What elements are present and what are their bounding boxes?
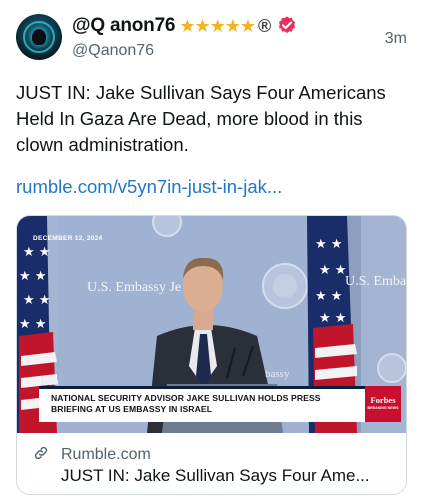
lower-third-accent [39, 386, 387, 389]
link-preview-card[interactable]: ★ ★ ★ ★ ★ ★ ★ ★ ★ ★ ★ ★ ★ ★ ★ ★ DECEMBER… [16, 215, 407, 495]
forbes-logo-sub: BREAKING NEWS [367, 406, 399, 410]
author-display-name[interactable]: @Q anon76 [72, 15, 176, 37]
verified-badge-icon [279, 16, 296, 34]
card-domain[interactable]: Rumble.com [61, 446, 151, 464]
forbes-logo-name: Forbes [370, 395, 396, 405]
tweet-text: JUST IN: Jake Sullivan Says Four America… [16, 82, 386, 155]
card-meta[interactable]: Rumble.com JUST IN: Jake Sullivan Says F… [17, 433, 406, 494]
svg-text:★ ★: ★ ★ [23, 293, 50, 308]
svg-text:★ ★: ★ ★ [19, 317, 46, 332]
author-handle[interactable]: @Qanon76 [72, 42, 154, 60]
stars-emoji: ★★★★★ [179, 15, 256, 36]
post-timestamp[interactable]: 3m [385, 30, 407, 48]
video-date-tag: DECEMBER 12, 2024 [33, 235, 103, 242]
tweet-link[interactable]: rumble.com/v5yn7in-just-in-jak... [16, 176, 282, 198]
video-caption: NATIONAL SECURITY ADVISOR JAKE SULLIVAN … [51, 393, 321, 414]
video-lower-third: NATIONAL SECURITY ADVISOR JAKE SULLIVAN … [39, 386, 387, 422]
registered-mark: ® [258, 15, 272, 36]
svg-text:★ ★: ★ ★ [319, 311, 346, 326]
link-icon [34, 446, 48, 460]
author-name-row: @Q anon76 ★★★★★ ® [72, 14, 298, 38]
avatar[interactable] [16, 14, 62, 60]
video-thumbnail[interactable]: ★ ★ ★ ★ ★ ★ ★ ★ ★ ★ ★ ★ ★ ★ ★ ★ DECEMBER… [17, 216, 407, 433]
svg-text:★ ★: ★ ★ [19, 269, 46, 284]
svg-text:★ ★: ★ ★ [315, 289, 342, 304]
card-title[interactable]: JUST IN: Jake Sullivan Says Four Ame... [61, 466, 401, 486]
avatar-figure [32, 29, 46, 45]
embassy-sign-podium: bassy [265, 368, 290, 380]
tweet-post[interactable]: @Q anon76 ★★★★★ ® @Qanon76 3m JUST IN: J… [0, 0, 423, 500]
embassy-sign-left: U.S. Embassy Je [87, 280, 182, 295]
svg-text:★ ★: ★ ★ [23, 245, 50, 260]
svg-text:★ ★: ★ ★ [319, 263, 346, 278]
svg-text:★ ★: ★ ★ [315, 237, 342, 252]
embassy-sign-right: U.S. Embass [345, 274, 407, 289]
forbes-logo: Forbes BREAKING NEWS [365, 386, 401, 422]
